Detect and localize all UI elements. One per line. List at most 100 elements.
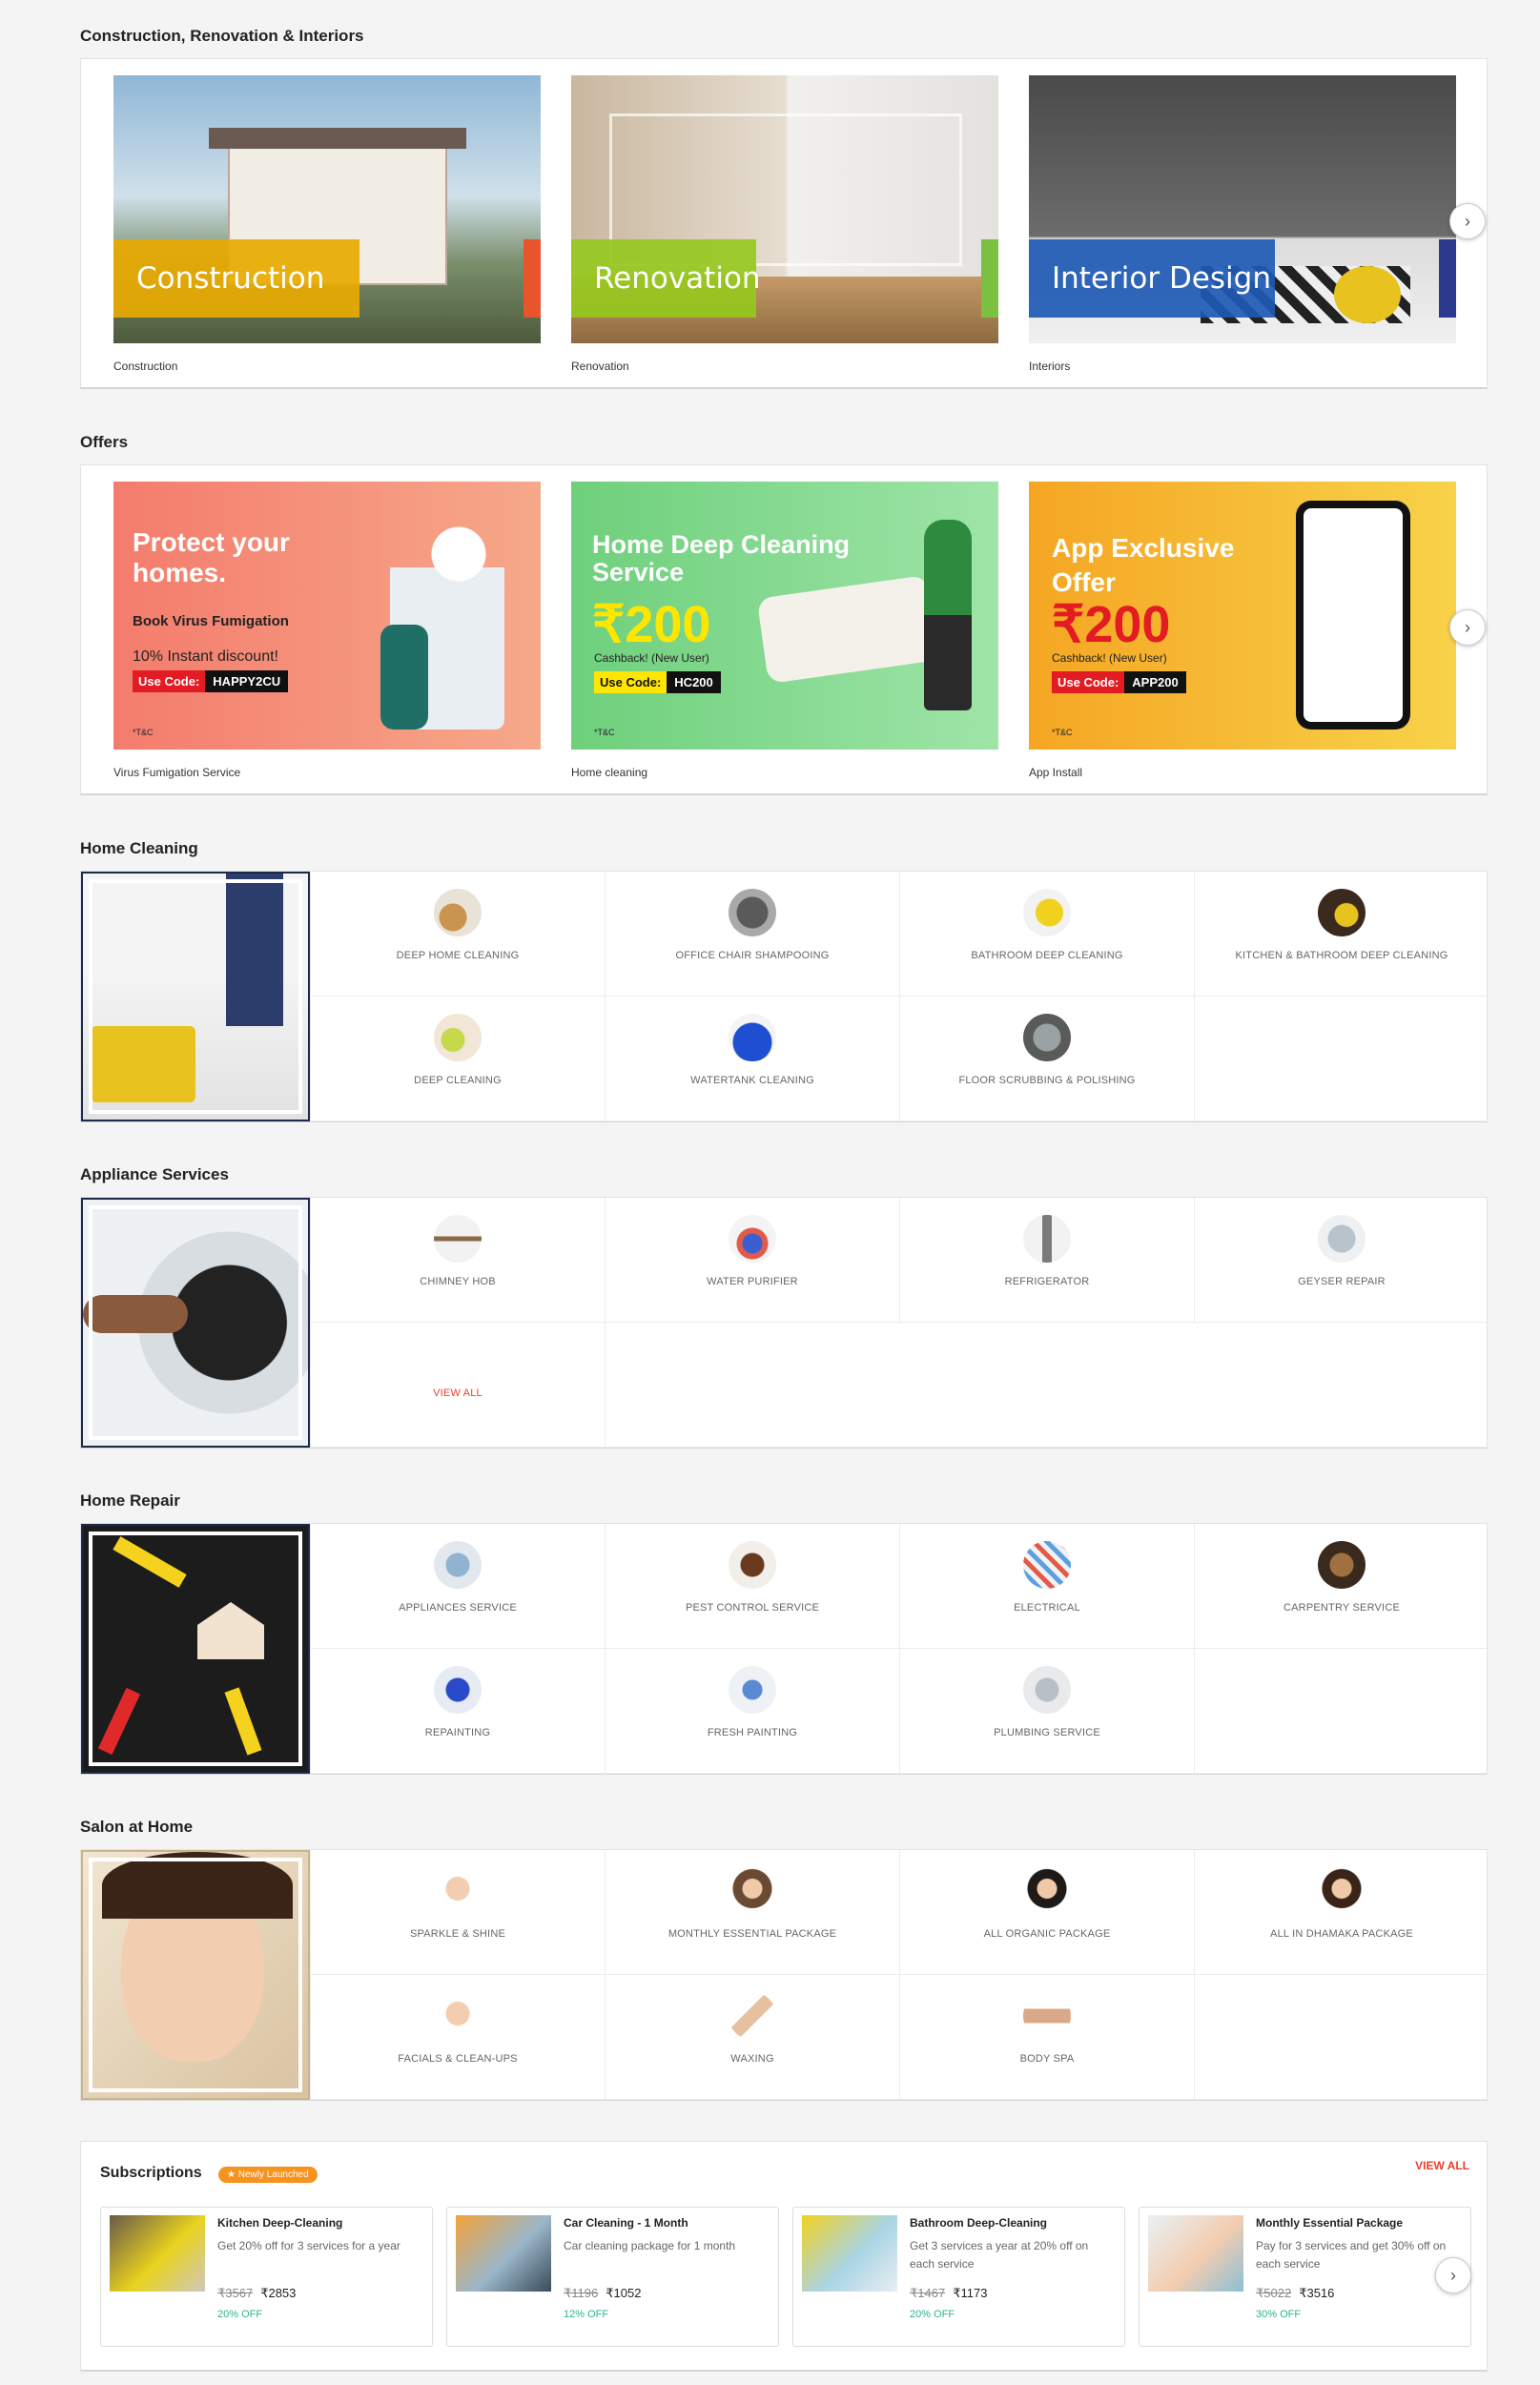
subscriptions-next-button[interactable]: › — [1435, 2257, 1471, 2293]
service-monthly-essential[interactable]: MONTHLY ESSENTIAL PACKAGE — [605, 1850, 899, 1975]
chevron-right-icon: › — [1465, 617, 1470, 637]
service-deep-home-cleaning[interactable]: DEEP HOME CLEANING — [310, 872, 605, 997]
code-label: Use Code: — [594, 671, 667, 693]
offers-carousel: Protect your homes. Book Virus Fumigatio… — [80, 464, 1488, 795]
promo-code: HC200 — [667, 671, 721, 693]
subscription-price: ₹3567 ₹2853 — [217, 2286, 296, 2301]
service-watertank-cleaning[interactable]: WATERTANK CLEANING — [605, 997, 899, 1121]
service-label: GEYSER REPAIR — [1298, 1276, 1386, 1287]
service-plumbing[interactable]: PLUMBING SERVICE — [899, 1649, 1194, 1774]
discount-label: 30% OFF — [1256, 2309, 1302, 2320]
service-label: FACIALS & CLEAN-UPS — [398, 2053, 518, 2065]
appliance-grid: CHIMNEY HOB WATER PURIFIER REFRIGERATOR … — [80, 1197, 1489, 1449]
renovation-caption: Renovation — [571, 360, 629, 373]
bathroom-cleaning-icon — [1023, 889, 1071, 936]
deep-home-cleaning-icon — [434, 889, 482, 936]
section-title-appliance: Appliance Services — [80, 1165, 229, 1183]
service-appliances[interactable]: APPLIANCES SERVICE — [310, 1524, 605, 1649]
section-title-home-cleaning: Home Cleaning — [80, 839, 198, 857]
service-pest-control[interactable]: PEST CONTROL SERVICE — [605, 1524, 899, 1649]
service-all-organic[interactable]: ALL ORGANIC PACKAGE — [899, 1850, 1194, 1975]
service-carpentry[interactable]: CARPENTRY SERVICE — [1194, 1524, 1489, 1649]
service-body-spa[interactable]: BODY SPA — [899, 1975, 1194, 2100]
construction-card[interactable]: Construction Construction — [113, 75, 541, 373]
subscription-price: ₹5022 ₹3516 — [1256, 2286, 1334, 2301]
service-refrigerator[interactable]: REFRIGERATOR — [899, 1198, 1194, 1323]
service-kitchen-bathroom-deep-cleaning[interactable]: KITCHEN & BATHROOM DEEP CLEANING — [1194, 872, 1489, 997]
renovation-card[interactable]: Renovation Renovation — [571, 75, 998, 373]
appliance-view-all[interactable]: VIEW ALL — [310, 1323, 605, 1448]
service-fresh-painting[interactable]: FRESH PAINTING — [605, 1649, 899, 1774]
section-title-salon: Salon at Home — [80, 1818, 194, 1836]
section-title-home-repair: Home Repair — [80, 1491, 180, 1510]
subscriptions-view-all[interactable]: VIEW ALL — [1415, 2159, 1469, 2172]
discount-label: 20% OFF — [217, 2309, 263, 2320]
offer-card-fumigation[interactable]: Protect your homes. Book Virus Fumigatio… — [113, 482, 541, 779]
service-all-in-dhamaka[interactable]: ALL IN DHAMAKA PACKAGE — [1194, 1850, 1489, 1975]
service-label: FRESH PAINTING — [707, 1727, 798, 1738]
promo-code: HAPPY2CU — [205, 670, 289, 692]
service-facials[interactable]: FACIALS & CLEAN-UPS — [310, 1975, 605, 2100]
deep-cleaning-icon — [434, 1014, 482, 1061]
service-water-purifier[interactable]: WATER PURIFIER — [605, 1198, 899, 1323]
accent-bar — [981, 239, 998, 318]
interiors-card[interactable]: Interior Design Interiors — [1029, 75, 1456, 373]
service-waxing[interactable]: WAXING — [605, 1975, 899, 2100]
view-all-link[interactable]: VIEW ALL — [311, 1388, 605, 1399]
home-repair-hero-image — [81, 1524, 310, 1774]
carousel-next-button[interactable]: › — [1449, 203, 1486, 239]
subscription-card[interactable]: Bathroom Deep-Cleaning Get 3 services a … — [792, 2207, 1125, 2347]
offer-card-app-install[interactable]: App Exclusive Offer ₹200 Cashback! (New … — [1029, 482, 1456, 779]
fresh-painting-icon — [729, 1666, 776, 1714]
interiors-image: Interior Design — [1029, 75, 1456, 343]
service-label: MONTHLY ESSENTIAL PACKAGE — [667, 1928, 837, 1940]
service-geyser-repair[interactable]: GEYSER REPAIR — [1194, 1198, 1489, 1323]
service-office-chair-shampooing[interactable]: OFFICE CHAIR SHAMPOOING — [605, 872, 899, 997]
service-label: OFFICE CHAIR SHAMPOOING — [675, 950, 830, 961]
offer-sub: Book Virus Fumigation — [133, 613, 289, 629]
offer-headline: App Exclusive Offer — [1052, 533, 1235, 597]
service-electrical[interactable]: ELECTRICAL — [899, 1524, 1194, 1649]
body-spa-icon — [1023, 1992, 1071, 2040]
service-label: CARPENTRY SERVICE — [1283, 1602, 1400, 1614]
hero-frame — [89, 1205, 302, 1440]
service-repainting[interactable]: REPAINTING — [310, 1649, 605, 1774]
service-sparkle-shine[interactable]: SPARKLE & SHINE — [310, 1850, 605, 1975]
service-label: KITCHEN & BATHROOM DEEP CLEANING — [1235, 950, 1448, 961]
service-label: REPAINTING — [424, 1727, 491, 1738]
service-bathroom-deep-cleaning[interactable]: BATHROOM DEEP CLEANING — [899, 872, 1194, 997]
home-cleaning-grid: DEEP HOME CLEANING OFFICE CHAIR SHAMPOOI… — [80, 871, 1489, 1122]
offer-code-box: Use Code: HAPPY2CU — [133, 670, 289, 692]
service-label: WAXING — [730, 2053, 774, 2065]
interiors-caption: Interiors — [1029, 360, 1071, 373]
new-price: ₹1052 — [606, 2286, 642, 2300]
subscription-price: ₹1196 ₹1052 — [564, 2286, 641, 2301]
subscription-card[interactable]: Monthly Essential Package Pay for 3 serv… — [1139, 2207, 1471, 2347]
offer-code-box: Use Code: HC200 — [594, 671, 721, 693]
service-chimney-hob[interactable]: CHIMNEY HOB — [310, 1198, 605, 1323]
hero-frame — [89, 879, 302, 1114]
renovation-label: Renovation — [571, 239, 761, 318]
app-install-banner: App Exclusive Offer ₹200 Cashback! (New … — [1029, 482, 1456, 750]
monthly-essential-icon — [729, 1867, 776, 1915]
home-repair-grid: APPLIANCES SERVICE PEST CONTROL SERVICE … — [80, 1523, 1489, 1775]
pouf-shape — [1334, 266, 1401, 323]
service-deep-cleaning[interactable]: DEEP CLEANING — [310, 997, 605, 1121]
hero-frame — [89, 1858, 302, 2092]
service-label: ELECTRICAL — [1014, 1602, 1080, 1614]
promo-code: APP200 — [1124, 671, 1186, 693]
carousel-next-button[interactable]: › — [1449, 609, 1486, 646]
offer-card-home-cleaning[interactable]: Home Deep Cleaning Service ₹200 Cashback… — [571, 482, 998, 779]
new-price: ₹1173 — [953, 2286, 988, 2300]
subscription-card[interactable]: Kitchen Deep-Cleaning Get 20% off for 3 … — [100, 2207, 433, 2347]
offer-caption: Virus Fumigation Service — [113, 766, 241, 779]
chimney-icon — [434, 1215, 482, 1263]
chevron-right-icon: › — [1450, 2265, 1456, 2285]
service-label: FLOOR SCRUBBING & POLISHING — [958, 1075, 1136, 1086]
newly-launched-badge: ★ Newly Launched — [218, 2167, 318, 2183]
subscription-card[interactable]: Car Cleaning - 1 Month Car cleaning pack… — [446, 2207, 779, 2347]
service-floor-scrubbing[interactable]: FLOOR SCRUBBING & POLISHING — [899, 997, 1194, 1121]
subscription-title: Kitchen Deep-Cleaning — [217, 2216, 343, 2230]
appliance-hero-image — [81, 1198, 310, 1448]
fumigation-banner: Protect your homes. Book Virus Fumigatio… — [113, 482, 541, 750]
